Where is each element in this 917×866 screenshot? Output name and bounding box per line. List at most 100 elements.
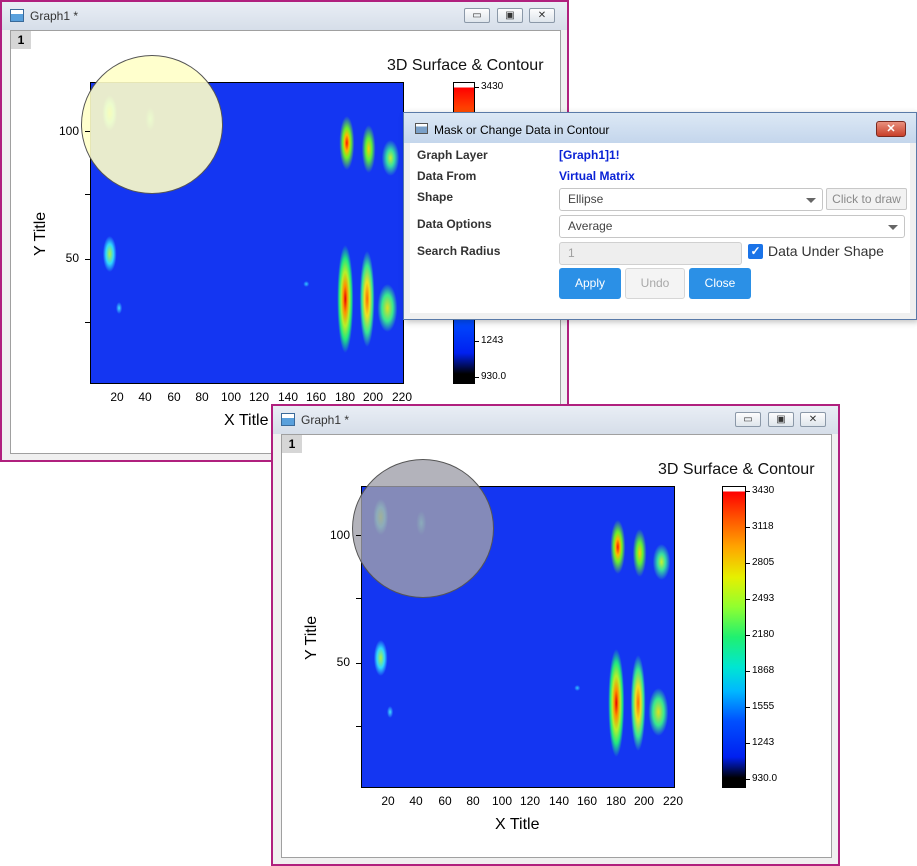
color-scale-bar[interactable] [722, 486, 746, 788]
color-scale-tick [475, 377, 479, 378]
x-tick-label: 60 [438, 794, 452, 808]
y-tick-mark [85, 131, 90, 132]
x-axis-title[interactable]: X Title [495, 816, 539, 834]
dialog-close-button[interactable]: ✕ [876, 121, 906, 137]
undo-button[interactable]: Undo [625, 268, 685, 299]
graph-layer-value: [Graph1]1! [559, 148, 620, 162]
color-scale-tick [746, 743, 750, 744]
color-scale-label: 2180 [752, 629, 775, 640]
plot-title: 3D Surface & Contour [658, 461, 815, 478]
dialog-titlebar[interactable]: Mask or Change Data in Contour ✕ [404, 113, 916, 143]
color-scale-tick [746, 599, 750, 600]
x-axis-title[interactable]: X Title [224, 412, 268, 430]
y-tick-mark [85, 259, 90, 260]
layer-tab[interactable]: 1 [11, 31, 31, 49]
y-tick-mark [85, 194, 90, 195]
graph-window-icon [281, 413, 295, 426]
color-scale-label: 930.0 [752, 773, 778, 784]
y-tick-label: 50 [336, 655, 350, 669]
graph-window-titlebar[interactable]: Graph1 * ▭ ▣ ✕ [273, 406, 838, 434]
x-tick-label: 80 [466, 794, 480, 808]
x-tick-label: 140 [277, 390, 299, 404]
y-tick-mark [356, 663, 361, 664]
graph-window-title: Graph1 * [30, 9, 79, 23]
x-tick-label: 60 [167, 390, 181, 404]
mask-ellipse-shape[interactable] [81, 55, 223, 194]
color-scale-label: 1243 [481, 335, 504, 346]
data-under-shape-checkbox[interactable]: ✓ [748, 244, 763, 259]
x-tick-label: 20 [110, 390, 124, 404]
x-tick-label: 100 [491, 794, 513, 808]
x-tick-label: 220 [391, 390, 413, 404]
dialog-body: Graph Layer [Graph1]1! Data From Virtual… [410, 143, 910, 313]
x-tick-label: 140 [548, 794, 570, 808]
layer-tab[interactable]: 1 [282, 435, 302, 453]
x-tick-label: 160 [305, 390, 327, 404]
chevron-down-icon [806, 198, 816, 203]
y-tick-mark [356, 535, 361, 536]
dialog-window-icon [415, 123, 428, 134]
chevron-down-icon [888, 225, 898, 230]
close-window-button[interactable]: ✕ [529, 8, 555, 23]
data-options-dropdown-value: Average [568, 219, 613, 233]
color-scale-tick [746, 491, 750, 492]
color-scale-tick [475, 87, 479, 88]
mask-change-data-dialog[interactable]: Mask or Change Data in Contour ✕ Graph L… [403, 112, 917, 320]
x-tick-label: 180 [334, 390, 356, 404]
shape-dropdown[interactable]: Ellipse [559, 188, 823, 211]
y-axis-title[interactable]: Y Title [32, 212, 50, 256]
close-button[interactable]: Close [689, 268, 751, 299]
color-scale-tick [746, 563, 750, 564]
x-tick-label: 40 [409, 794, 423, 808]
search-radius-input[interactable]: 1 [559, 242, 742, 265]
x-tick-label: 120 [519, 794, 541, 808]
data-under-shape-label[interactable]: Data Under Shape [768, 243, 884, 259]
x-tick-label: 100 [220, 390, 242, 404]
y-tick-mark [356, 726, 361, 727]
graph-window-front[interactable]: Graph1 * ▭ ▣ ✕ 1 3D Surface & Contour 10… [271, 404, 840, 866]
color-scale-label: 3430 [481, 81, 504, 92]
restore-button[interactable]: ▣ [768, 412, 794, 427]
color-scale-tick [746, 707, 750, 708]
close-window-button[interactable]: ✕ [800, 412, 826, 427]
mask-ellipse-shape[interactable] [352, 459, 494, 598]
color-scale-label: 2493 [752, 593, 775, 604]
minimize-button[interactable]: ▭ [464, 8, 490, 23]
click-to-draw-button[interactable]: Click to draw [826, 188, 907, 210]
minimize-button[interactable]: ▭ [735, 412, 761, 427]
x-tick-label: 200 [362, 390, 384, 404]
data-options-label: Data Options [417, 217, 492, 231]
color-scale-label: 1243 [752, 737, 775, 748]
color-scale-tick [746, 635, 750, 636]
data-options-dropdown[interactable]: Average [559, 215, 905, 238]
y-tick-label: 100 [58, 124, 79, 138]
restore-button[interactable]: ▣ [497, 8, 523, 23]
x-tick-label: 220 [662, 794, 684, 808]
color-scale-label: 1868 [752, 665, 775, 676]
graph-page[interactable]: 1 3D Surface & Contour 100 50 20 40 60 8… [281, 434, 832, 858]
y-tick-label: 100 [329, 528, 350, 542]
apply-button[interactable]: Apply [559, 268, 621, 299]
dialog-title: Mask or Change Data in Contour [434, 123, 610, 137]
y-axis-title[interactable]: Y Title [303, 616, 321, 660]
graph-window-title: Graph1 * [301, 413, 350, 427]
color-scale-tick [746, 779, 750, 780]
data-from-value: Virtual Matrix [559, 169, 635, 183]
graph-window-icon [10, 9, 24, 22]
x-tick-label: 160 [576, 794, 598, 808]
data-from-label: Data From [417, 169, 477, 183]
plot-title: 3D Surface & Contour [387, 57, 544, 74]
color-scale-label: 3430 [752, 485, 775, 496]
y-tick-label: 50 [65, 251, 79, 265]
search-radius-label: Search Radius [417, 244, 501, 258]
x-tick-label: 20 [381, 794, 395, 808]
shape-label: Shape [417, 190, 454, 204]
color-scale-tick [746, 671, 750, 672]
graph-window-titlebar[interactable]: Graph1 * ▭ ▣ ✕ [2, 2, 567, 30]
y-tick-mark [356, 598, 361, 599]
x-tick-label: 180 [605, 794, 627, 808]
x-tick-label: 200 [633, 794, 655, 808]
color-scale-tick [746, 527, 750, 528]
graph-layer-label: Graph Layer [417, 148, 488, 162]
x-tick-label: 40 [138, 390, 152, 404]
